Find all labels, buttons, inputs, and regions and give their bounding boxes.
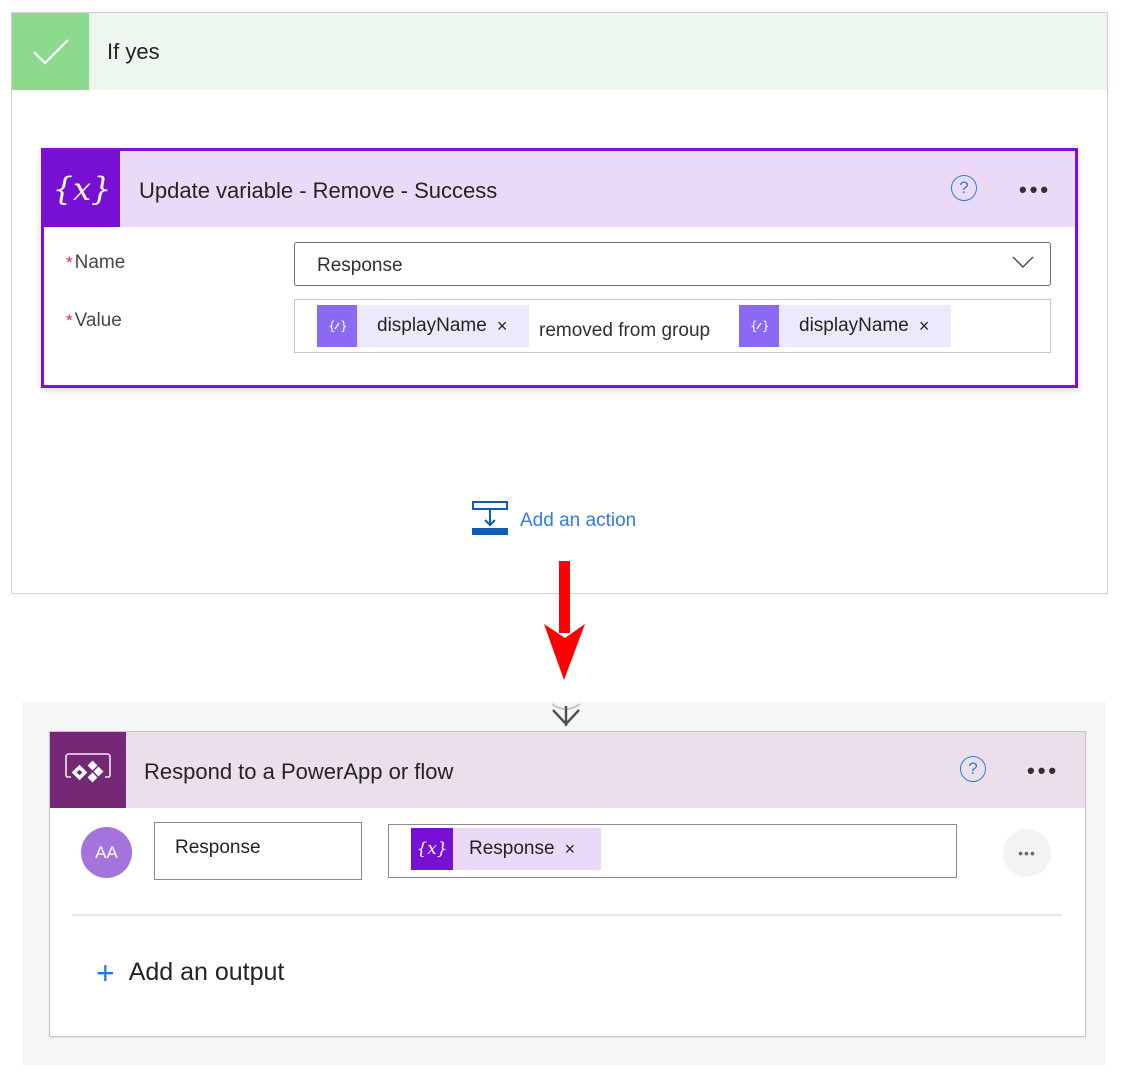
name-label-text: Name: [74, 252, 126, 273]
token-label: Response: [469, 838, 555, 859]
if-yes-title: If yes: [107, 39, 160, 64]
add-an-action-button[interactable]: Add an action: [472, 501, 636, 540]
add-action-label: Add an action: [520, 509, 637, 531]
output-name-input[interactable]: Response: [154, 822, 362, 880]
add-an-output-button[interactable]: + Add an output: [96, 954, 285, 991]
required-mark: *: [66, 311, 73, 330]
svg-text:{: {: [750, 319, 758, 333]
connector-arrow-icon: [551, 703, 581, 726]
add-output-label: Add an output: [128, 958, 285, 986]
svg-text:}: }: [340, 319, 346, 333]
remove-token-icon[interactable]: ×: [555, 839, 586, 860]
svg-text:}: }: [762, 319, 768, 333]
variable-token[interactable]: {x} Response ×: [411, 828, 601, 870]
plus-icon: +: [96, 954, 115, 991]
add-action-icon: [472, 501, 508, 540]
expression-icon: {}: [739, 305, 779, 347]
more-options-icon[interactable]: •••: [1019, 179, 1051, 201]
output-row-more-button[interactable]: •••: [1003, 829, 1051, 877]
value-field-label: * Value: [66, 310, 122, 332]
update-variable-title: Update variable - Remove - Success: [139, 178, 498, 203]
text-type-avatar[interactable]: AA: [81, 827, 132, 878]
if-yes-branch: If yes {x} Update variable - Remove - Su…: [11, 12, 1108, 594]
value-label-text: Value: [74, 310, 122, 331]
output-name-value: Response: [175, 837, 261, 858]
respond-card: Respond to a PowerApp or flow ? ••• AA R…: [49, 731, 1086, 1037]
value-text-segment: removed from group: [539, 320, 711, 341]
red-arrow-annotation: [544, 561, 585, 680]
remove-token-icon[interactable]: ×: [909, 316, 940, 337]
update-variable-card: {x} Update variable - Remove - Success ?…: [41, 148, 1078, 388]
help-icon[interactable]: ?: [951, 175, 977, 201]
help-icon[interactable]: ?: [960, 756, 986, 782]
required-mark: *: [66, 253, 73, 272]
powerapps-icon: [50, 732, 126, 808]
remove-token-icon[interactable]: ×: [487, 316, 518, 337]
chevron-down-icon[interactable]: [1012, 255, 1034, 274]
checkmark-icon: [12, 13, 89, 90]
variable-icon: {x}: [44, 151, 120, 227]
respond-header[interactable]: Respond to a PowerApp or flow ? •••: [50, 732, 1085, 808]
name-select[interactable]: Response: [294, 242, 1051, 286]
name-select-value: Response: [317, 255, 403, 276]
dynamic-content-token[interactable]: {} displayName ×: [317, 305, 529, 347]
svg-text:{: {: [328, 319, 336, 333]
update-variable-header[interactable]: {x} Update variable - Remove - Success ?…: [44, 151, 1075, 227]
expression-icon: {}: [317, 305, 357, 347]
value-input[interactable]: {} displayName × removed from group {} d…: [294, 299, 1051, 353]
token-label: displayName: [799, 315, 909, 336]
divider: [72, 914, 1062, 916]
variable-icon: {x}: [411, 828, 453, 870]
output-value-input[interactable]: {x} Response ×: [388, 824, 957, 878]
respond-title: Respond to a PowerApp or flow: [144, 759, 454, 784]
if-yes-header[interactable]: If yes: [12, 13, 1107, 90]
dynamic-content-token[interactable]: {} displayName ×: [739, 305, 951, 347]
token-label: displayName: [377, 315, 487, 336]
name-field-label: * Name: [66, 252, 125, 274]
more-options-icon[interactable]: •••: [1027, 760, 1059, 782]
